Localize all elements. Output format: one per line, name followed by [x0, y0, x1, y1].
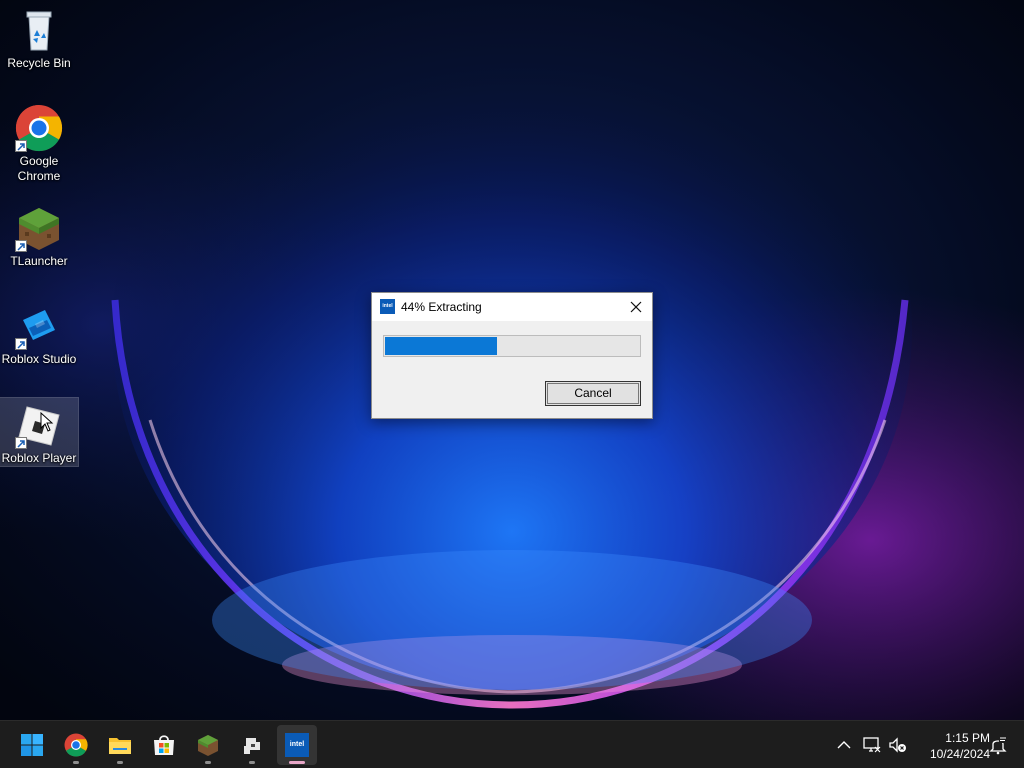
chrome-icon: [64, 733, 88, 757]
shortcut-arrow-icon: [15, 437, 27, 449]
cancel-button[interactable]: Cancel: [545, 381, 641, 406]
chevron-up-icon[interactable]: [834, 735, 854, 755]
start-button[interactable]: [12, 725, 52, 765]
chrome-icon: [15, 104, 63, 152]
close-button[interactable]: [624, 295, 648, 319]
taskbar-intel-installer[interactable]: intel: [277, 725, 317, 765]
dialog-titlebar[interactable]: intel 44% Extracting: [372, 293, 652, 321]
desktop-icon-roblox-studio[interactable]: Roblox Studio: [0, 302, 78, 367]
tlauncher-icon: [15, 204, 63, 252]
recycle-bin-icon: [15, 6, 63, 54]
chrome-label-line2: Chrome: [17, 169, 61, 183]
taskbar-file-explorer[interactable]: [100, 725, 140, 765]
progress-bar: [383, 335, 641, 357]
clock-time: 1:15 PM: [945, 731, 990, 745]
desktop-icon-recycle-bin[interactable]: Recycle Bin: [0, 6, 78, 71]
clock-date: 10/24/2024: [929, 747, 990, 761]
taskbar-microsoft-store[interactable]: [144, 725, 184, 765]
intel-app-icon: intel: [380, 299, 395, 314]
running-indicator: [249, 761, 255, 764]
roblox-player-label: Roblox Player: [1, 451, 77, 465]
recycle-bin-label: Recycle Bin: [7, 56, 71, 70]
network-icon[interactable]: [862, 735, 882, 755]
active-indicator: [289, 761, 305, 764]
system-clock[interactable]: 1:15 PM 10/24/2024: [912, 730, 990, 762]
progress-bar-fill: [385, 337, 497, 355]
running-indicator: [73, 761, 79, 764]
running-indicator: [117, 761, 123, 764]
shortcut-arrow-icon: [15, 240, 27, 252]
close-icon: [630, 301, 642, 313]
tlauncher-icon: [198, 735, 218, 756]
desktop-icon-google-chrome[interactable]: Google Chrome: [0, 104, 78, 184]
roblox-studio-icon: [15, 302, 63, 350]
desktop-icon-tlauncher[interactable]: TLauncher: [0, 204, 78, 269]
file-explorer-icon: [109, 738, 131, 754]
taskbar-tlauncher[interactable]: [188, 725, 228, 765]
shortcut-arrow-icon: [15, 338, 27, 350]
taskbar-chrome[interactable]: [56, 725, 96, 765]
roblox-player-icon: [244, 738, 260, 754]
volume-muted-icon[interactable]: [888, 735, 908, 755]
shortcut-arrow-icon: [15, 140, 27, 152]
taskbar-roblox-player[interactable]: [232, 725, 272, 765]
dialog-title: 44% Extracting: [401, 300, 482, 314]
intel-installer-icon: intel: [285, 733, 309, 757]
taskbar: intel 1:15 PM 10/24/2024: [0, 720, 1024, 768]
tlauncher-label: TLauncher: [10, 254, 68, 268]
roblox-studio-label: Roblox Studio: [1, 352, 77, 366]
chrome-label-line1: Google: [19, 154, 59, 168]
start-icon: [21, 734, 43, 756]
microsoft-store-icon: [154, 735, 174, 755]
running-indicator: [205, 761, 211, 764]
roblox-player-icon: [15, 401, 63, 449]
mouse-cursor-icon: [40, 412, 54, 432]
desktop-icon-roblox-player[interactable]: Roblox Player: [0, 397, 79, 467]
notification-icon[interactable]: [988, 735, 1008, 755]
extracting-dialog: intel 44% Extracting Cancel: [371, 292, 653, 419]
